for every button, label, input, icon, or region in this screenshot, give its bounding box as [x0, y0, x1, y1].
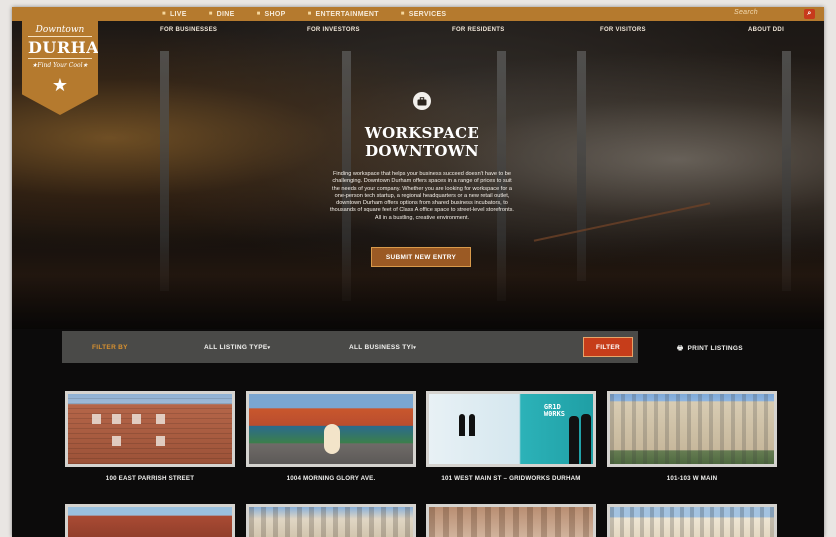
bullet-icon: ■	[400, 11, 405, 17]
building-window	[112, 414, 121, 424]
logo-line-downtown: Downtown	[35, 25, 85, 35]
listing-card-image[interactable]	[426, 504, 596, 537]
hero-description: Finding workspace that helps your busine…	[330, 171, 514, 221]
star-icon: ★	[51, 75, 69, 95]
person-silhouette	[581, 414, 591, 464]
listing-card-image[interactable]	[65, 504, 235, 537]
listing-card-image[interactable]	[607, 391, 777, 467]
search-button[interactable]: ⌕	[804, 9, 815, 19]
listing-card-image[interactable]	[607, 504, 777, 537]
listing-card-image[interactable]	[246, 504, 416, 537]
top-nav-bar: ■ LIVE ■ DINE ■ SHOP ■ ENTERTAINMENT ■ SERVIC…	[12, 7, 824, 21]
subnav-about-ddi[interactable]: ABOUT DDI	[748, 27, 784, 33]
person-silhouette	[459, 414, 465, 436]
logo-tagline: ★Find Your Cool★	[32, 62, 88, 69]
top-nav-live[interactable]: ■ LIVE	[162, 11, 187, 18]
listing-card-image[interactable]	[246, 391, 416, 467]
bullet-icon: ■	[162, 11, 166, 17]
hero-title-line2: DOWNTOWN	[365, 142, 479, 160]
gridworks-sign: GR1D W0RKS	[543, 403, 565, 418]
bullet-icon: ■	[208, 11, 213, 17]
subnav-for-investors[interactable]: FOR INVESTORS	[307, 27, 360, 33]
print-listings-link[interactable]: 🖶 PRINT LISTINGS	[677, 344, 743, 355]
chevron-down-icon: ▾	[267, 345, 271, 351]
person-silhouette	[469, 414, 475, 436]
person-silhouette	[569, 416, 579, 464]
listing-card-image[interactable]: GR1D W0RKS	[426, 391, 596, 467]
search-icon: ⌕	[807, 10, 812, 17]
logo-line-durham: DURHAM	[28, 36, 118, 59]
hero-title-line1: WORKSPACE	[364, 124, 480, 142]
listing-title[interactable]: 1004 MORNING GLORY AVE.	[246, 475, 416, 482]
briefcase-icon	[413, 92, 431, 110]
sub-nav: FOR BUSINESSES FOR INVESTORS FOR RESIDEN…	[12, 21, 824, 39]
top-nav-shop[interactable]: ■ SHOP	[257, 11, 286, 18]
submit-new-entry-button[interactable]: SUBMIT NEW ENTRY	[371, 247, 471, 267]
building-window	[132, 414, 141, 424]
subnav-for-visitors[interactable]: FOR VISITORS	[600, 27, 646, 33]
chevron-down-icon: ▾	[413, 345, 417, 351]
bullet-icon: ■	[307, 11, 312, 17]
building-window	[156, 436, 165, 446]
business-type-dropdown[interactable]: ALL BUSINESS TYI▾	[349, 344, 416, 351]
listing-title[interactable]: 100 EAST PARRISH STREET	[65, 475, 235, 482]
top-nav: ■ LIVE ■ DINE ■ SHOP ■ ENTERTAINMENT ■ SERVIC…	[162, 11, 468, 18]
building-window	[92, 414, 101, 424]
listing-title[interactable]: 101-103 W MAIN	[607, 475, 777, 482]
mural-figure	[324, 424, 340, 454]
top-nav-dine[interactable]: ■ DINE	[209, 11, 235, 18]
search-input[interactable]: Search	[734, 9, 800, 19]
top-nav-services[interactable]: ■ SERVICES	[401, 11, 447, 18]
filter-bar: FILTER BY ALL LISTING TYPE▾ ALL BUSINESS…	[62, 331, 638, 363]
building-window	[156, 414, 165, 424]
hero-title: WORKSPACE DOWNTOWN	[332, 124, 512, 160]
subnav-for-residents[interactable]: FOR RESIDENTS	[452, 27, 505, 33]
filter-by-label: FILTER BY	[92, 344, 128, 351]
printer-icon: 🖶	[677, 345, 684, 352]
building-window	[112, 436, 121, 446]
listing-card-image[interactable]	[65, 391, 235, 467]
top-nav-entertainment[interactable]: ■ ENTERTAINMENT	[308, 11, 379, 18]
bullet-icon: ■	[256, 11, 261, 17]
filter-button[interactable]: FILTER	[583, 337, 633, 357]
listing-title[interactable]: 101 WEST MAIN ST – GRIDWORKS DURHAM	[426, 475, 596, 482]
subnav-for-businesses[interactable]: FOR BUSINESSES	[160, 27, 217, 33]
page-frame: ■ LIVE ■ DINE ■ SHOP ■ ENTERTAINMENT ■ SERVIC…	[12, 7, 824, 537]
listing-type-dropdown[interactable]: ALL LISTING TYPE▾	[204, 344, 270, 351]
